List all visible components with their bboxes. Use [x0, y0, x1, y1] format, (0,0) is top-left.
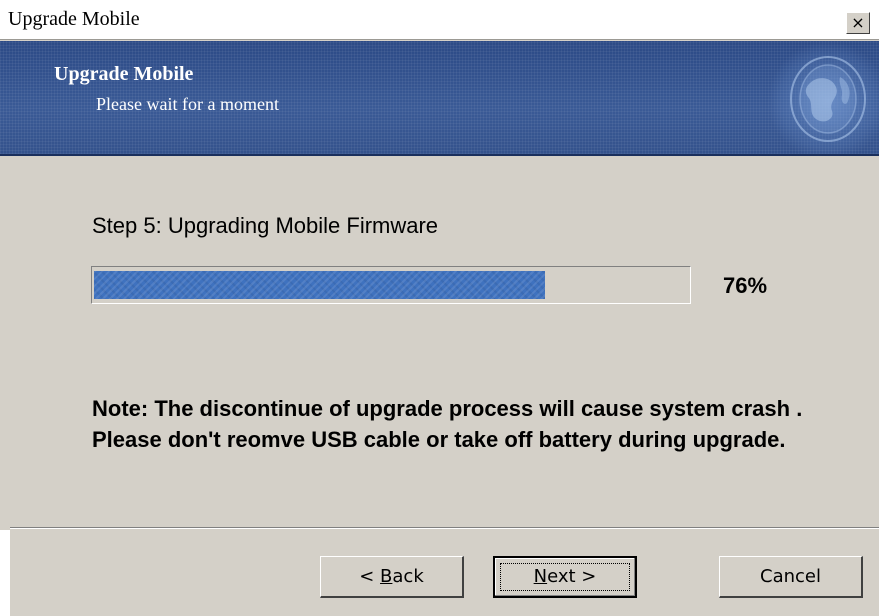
cancel-button[interactable]: Cancel: [719, 556, 863, 598]
close-icon: ×: [851, 13, 865, 32]
back-mnemonic: B: [380, 566, 393, 587]
progress-percent: 76%: [723, 273, 768, 298]
window-title: Upgrade Mobile: [8, 8, 140, 30]
banner-title: Upgrade Mobile: [54, 63, 194, 85]
title-bar: Upgrade Mobile ×: [0, 0, 879, 40]
upgrade-wizard-window: Upgrade Mobile × Upgrade Mobile Please w…: [0, 0, 879, 616]
next-button[interactable]: Next >: [493, 556, 637, 598]
focus-ring: [500, 563, 630, 591]
back-button[interactable]: < Back: [320, 556, 464, 598]
back-label-rest: ack: [392, 566, 424, 587]
close-button[interactable]: ×: [846, 12, 870, 34]
header-banner: Upgrade Mobile Please wait for a moment: [0, 41, 879, 156]
upgrade-progress-bar: [91, 266, 691, 304]
cancel-label: Cancel: [760, 566, 821, 587]
step-label: Step 5: Upgrading Mobile Firmware: [92, 213, 439, 238]
banner-subtitle: Please wait for a moment: [96, 94, 279, 114]
window-edge: [0, 530, 10, 616]
progress-fill: [94, 271, 545, 299]
globe-logo-icon: [790, 56, 866, 142]
back-prefix: <: [359, 566, 381, 587]
button-separator: [10, 527, 879, 529]
warning-note: Note: The discontinue of upgrade process…: [92, 396, 803, 452]
